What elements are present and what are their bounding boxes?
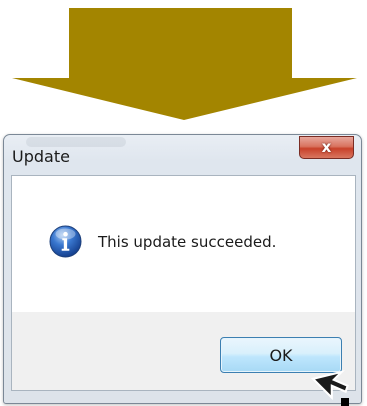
dialog-client-area: This update succeeded. OK [11,175,356,391]
close-button[interactable]: x [299,136,354,159]
dialog-titlebar[interactable]: Update x [4,135,361,175]
information-icon [49,225,82,258]
mouse-pointer-icon [310,369,349,406]
dialog-message: This update succeeded. [98,233,277,251]
down-arrow-icon [12,8,357,120]
title-blur [26,137,126,147]
ok-button-label: OK [269,345,293,365]
close-icon: x [321,138,332,156]
dialog-title: Update [12,147,70,166]
